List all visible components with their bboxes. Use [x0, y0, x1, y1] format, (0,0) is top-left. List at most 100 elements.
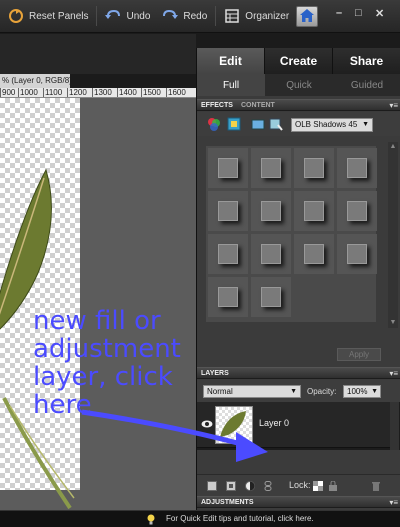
scroll-up-icon[interactable]: ▲: [388, 142, 398, 152]
panel-menu-icon[interactable]: ▾≡: [389, 498, 398, 507]
home-icon: [300, 8, 314, 25]
ruler-label: 1200: [69, 88, 87, 97]
opacity-value: 100%: [347, 387, 368, 396]
filters-icon[interactable]: [207, 117, 221, 131]
empty-slot: [294, 277, 334, 317]
undo-button[interactable]: Undo: [99, 0, 156, 33]
layers-bottom-toolbar: Lock:: [197, 474, 400, 496]
annotation-text: new fill or adjustment layer, click here: [33, 306, 181, 420]
quick-edit-tips-link[interactable]: For Quick Edit tips and tutorial, click …: [166, 514, 314, 523]
new-group-icon[interactable]: [226, 481, 236, 491]
effects-tab[interactable]: EFFECTS: [201, 100, 233, 111]
effect-thumbnail[interactable]: [208, 148, 248, 188]
fill-adjustment-layer-icon[interactable]: [245, 481, 255, 491]
organizer-button[interactable]: Organizer: [218, 0, 295, 33]
lightbulb-icon: [147, 514, 155, 525]
reset-icon: [8, 8, 24, 24]
organizer-label: Organizer: [245, 10, 290, 22]
adjustments-panel-header[interactable]: ADJUSTMENTS ▾≡: [197, 496, 400, 508]
effect-thumbnail[interactable]: [294, 234, 334, 274]
effects-library-value: OLB Shadows 45: [295, 120, 358, 129]
layers-list: Layer 0: [197, 402, 400, 450]
layer-name[interactable]: Layer 0: [259, 418, 289, 428]
ruler-label: 1400: [119, 88, 137, 97]
tab-edit[interactable]: Edit: [197, 48, 265, 74]
effect-thumbnail[interactable]: [251, 191, 291, 231]
home-button[interactable]: [296, 6, 318, 27]
effect-thumbnail[interactable]: [251, 234, 291, 274]
redo-button[interactable]: Redo: [156, 0, 213, 33]
toolbar-divider: [96, 6, 98, 26]
effect-thumbnail[interactable]: [337, 234, 377, 274]
effect-thumbnail[interactable]: [208, 191, 248, 231]
close-button[interactable]: ✕: [375, 7, 384, 20]
effects-thumbnail-grid: [206, 146, 377, 322]
layers-scrollbar[interactable]: [390, 402, 399, 450]
new-layer-icon[interactable]: [207, 481, 217, 491]
chevron-down-icon: ▼: [290, 388, 297, 395]
opacity-label: Opacity:: [307, 387, 337, 396]
effect-thumbnail[interactable]: [337, 191, 377, 231]
mode-tabs: Edit Create Share: [197, 48, 400, 74]
adjustments-title: ADJUSTMENTS: [201, 499, 254, 506]
panel-menu-icon[interactable]: ▾≡: [389, 369, 398, 378]
status-bar: For Quick Edit tips and tutorial, click …: [0, 510, 400, 527]
toolbar-divider: [215, 6, 217, 26]
ruler-label: 1000: [20, 88, 38, 97]
show-all-icon[interactable]: [269, 117, 283, 131]
chevron-down-icon: ▼: [371, 388, 378, 395]
leaf-image: [0, 168, 75, 510]
ruler-label: 1300: [94, 88, 112, 97]
lock-label: Lock:: [289, 480, 311, 490]
effects-panel-header: EFFECTS CONTENT ▾≡: [197, 99, 400, 111]
ruler-label: 1600: [168, 88, 186, 97]
tab-guided[interactable]: Guided: [333, 74, 400, 96]
visibility-eye-icon[interactable]: [201, 419, 213, 429]
redo-label: Redo: [183, 10, 208, 22]
tab-full[interactable]: Full: [197, 74, 265, 96]
tab-quick[interactable]: Quick: [265, 74, 333, 96]
document-canvas[interactable]: [0, 98, 196, 510]
link-icon[interactable]: [263, 481, 273, 491]
panel-menu-icon[interactable]: ▾≡: [389, 101, 398, 110]
edit-sub-tabs: Full Quick Guided: [197, 74, 400, 96]
opacity-field[interactable]: 100% ▼: [343, 385, 381, 398]
effects-scrollbar[interactable]: ▲ ▼: [388, 142, 398, 328]
effects-toolbar: OLB Shadows 45 ▼: [197, 112, 400, 136]
options-bar: [0, 34, 196, 74]
reset-panels-label: Reset Panels: [29, 10, 89, 22]
organizer-icon: [224, 8, 240, 24]
ruler-label: 1100: [45, 88, 63, 97]
redo-icon: [162, 8, 179, 24]
effect-thumbnail[interactable]: [294, 148, 334, 188]
document-tab[interactable]: % (Layer 0, RGB/8) *: [0, 74, 70, 88]
right-panel: Edit Create Share Full Quick Guided EFFE…: [196, 48, 400, 510]
minimize-button[interactable]: –: [336, 7, 342, 19]
horizontal-ruler: 900 1000 1100 1200 1300 1400 1500 1600: [0, 88, 196, 98]
effect-thumbnail[interactable]: [337, 148, 377, 188]
tab-share[interactable]: Share: [333, 48, 400, 74]
layer-styles-icon[interactable]: [227, 117, 241, 131]
effects-library-dropdown[interactable]: OLB Shadows 45 ▼: [291, 118, 373, 132]
empty-slot: [337, 277, 377, 317]
chevron-down-icon: ▼: [362, 121, 369, 128]
effect-thumbnail[interactable]: [208, 234, 248, 274]
reset-panels-button[interactable]: Reset Panels: [0, 0, 94, 33]
effect-thumbnail[interactable]: [294, 191, 334, 231]
top-toolbar: Reset Panels Undo Redo Organizer – □ ✕: [0, 0, 400, 33]
apply-button[interactable]: Apply: [337, 348, 381, 361]
undo-icon: [105, 8, 121, 24]
effect-thumbnail[interactable]: [251, 277, 291, 317]
content-tab[interactable]: CONTENT: [241, 100, 275, 111]
effect-thumbnail[interactable]: [251, 148, 291, 188]
maximize-button[interactable]: □: [355, 7, 362, 19]
layer-row[interactable]: Layer 0: [197, 402, 391, 448]
scroll-down-icon[interactable]: ▼: [388, 318, 398, 328]
trash-icon[interactable]: [371, 481, 381, 491]
photo-effects-icon[interactable]: [251, 117, 265, 131]
tab-create[interactable]: Create: [265, 48, 333, 74]
lock-icon[interactable]: [328, 480, 338, 491]
ruler-label: 1500: [143, 88, 161, 97]
lock-transparency-icon[interactable]: [313, 481, 323, 491]
layers-options: Normal ▼ Opacity: 100% ▼: [197, 380, 400, 402]
